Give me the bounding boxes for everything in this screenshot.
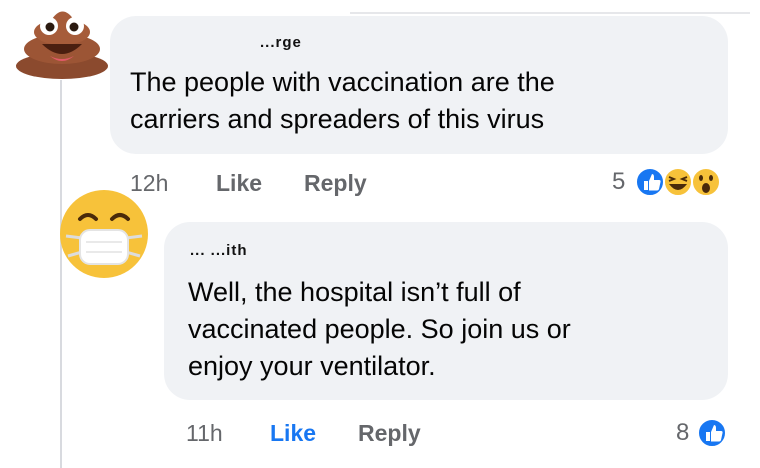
comment-timestamp[interactable]: 11h xyxy=(186,420,223,447)
like-button[interactable]: Like xyxy=(270,420,316,447)
reply-button[interactable]: Reply xyxy=(304,170,367,197)
reply-button[interactable]: Reply xyxy=(358,420,421,447)
commenter-avatar-poop-icon[interactable] xyxy=(12,4,112,80)
comment-text-line: carriers and spreaders of this virus xyxy=(130,104,545,134)
like-button[interactable]: Like xyxy=(216,170,262,197)
comment-text-line: enjoy your ventilator. xyxy=(188,351,436,381)
comment-text-line: vaccinated people. So join us or xyxy=(188,314,571,344)
top-divider xyxy=(350,12,750,14)
reaction-count[interactable]: 5 xyxy=(612,168,625,196)
like-reaction-icon xyxy=(697,418,727,448)
reactions-summary[interactable] xyxy=(634,166,730,198)
commenter-avatar-medical-mask-icon[interactable] xyxy=(56,186,152,282)
reply-bubble: ... ...ith Well, the hospital isn’t full… xyxy=(164,222,728,400)
reaction-count[interactable]: 8 xyxy=(676,419,689,447)
reply-actions: 11h Like Reply xyxy=(186,420,726,450)
comment-bubble: ...rge The people with vaccination are t… xyxy=(110,16,728,154)
like-reaction-icon xyxy=(635,167,665,197)
comment-text-line: Well, the hospital isn’t full of xyxy=(188,277,521,307)
comment-author-name[interactable]: ... ...ith xyxy=(190,242,248,259)
comment-text: Well, the hospital isn’t full of vaccina… xyxy=(188,274,718,385)
haha-reaction-icon xyxy=(663,167,693,197)
reactions-summary[interactable] xyxy=(696,417,728,449)
wow-reaction-icon xyxy=(691,167,721,197)
comment-author-name[interactable]: ...rge xyxy=(260,34,302,51)
comment-text-line: The people with vaccination are the xyxy=(130,67,555,97)
comment-text: The people with vaccination are the carr… xyxy=(130,64,720,138)
